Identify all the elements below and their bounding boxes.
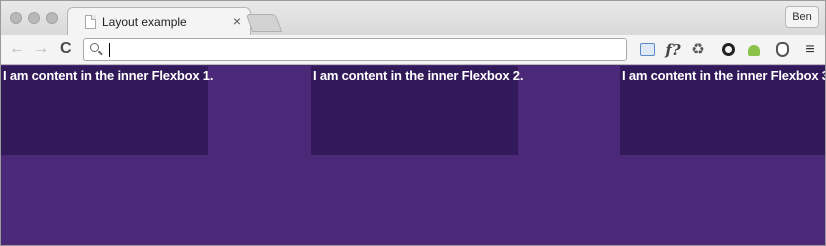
tab-close-icon[interactable]: × [233, 13, 241, 29]
tab-layout-example[interactable]: Layout example × [67, 7, 251, 36]
new-tab-button[interactable] [245, 14, 283, 32]
forward-icon[interactable]: → [33, 40, 49, 58]
ring-icon[interactable] [719, 41, 737, 59]
inner-flexbox-1: I am content in the inner Flexbox 1. [1, 66, 213, 155]
android-icon[interactable] [745, 41, 763, 59]
search-icon [90, 43, 99, 52]
minimize-window-icon[interactable] [28, 12, 40, 24]
toolbar: ← → C f? ♻ ≡ [1, 35, 825, 65]
page-viewport: I am content in the inner Flexbox 1. I a… [1, 66, 825, 245]
font-finder-icon[interactable]: f? [662, 41, 684, 59]
text-cursor [109, 43, 110, 57]
recycle-icon[interactable]: ♻ [689, 41, 707, 59]
close-window-icon[interactable] [10, 12, 22, 24]
browser-window: Layout example × Ben ← → C f? ♻ ≡ I am c… [0, 0, 826, 246]
cast-icon[interactable] [638, 41, 656, 59]
document-icon [85, 15, 96, 29]
tab-title: Layout example [102, 15, 187, 29]
inner-flexbox-3: I am content in the inner Flexbox 3. [620, 66, 825, 155]
menu-icon[interactable]: ≡ [801, 41, 819, 59]
shield-icon[interactable] [773, 41, 791, 59]
address-bar[interactable] [83, 38, 627, 61]
zoom-window-icon[interactable] [46, 12, 58, 24]
reload-icon[interactable]: C [60, 40, 72, 58]
inner-flexbox-2: I am content in the inner Flexbox 2. [311, 66, 523, 155]
profile-button[interactable]: Ben [785, 6, 819, 28]
back-icon[interactable]: ← [9, 40, 25, 58]
tab-strip: Layout example × Ben [1, 1, 825, 36]
